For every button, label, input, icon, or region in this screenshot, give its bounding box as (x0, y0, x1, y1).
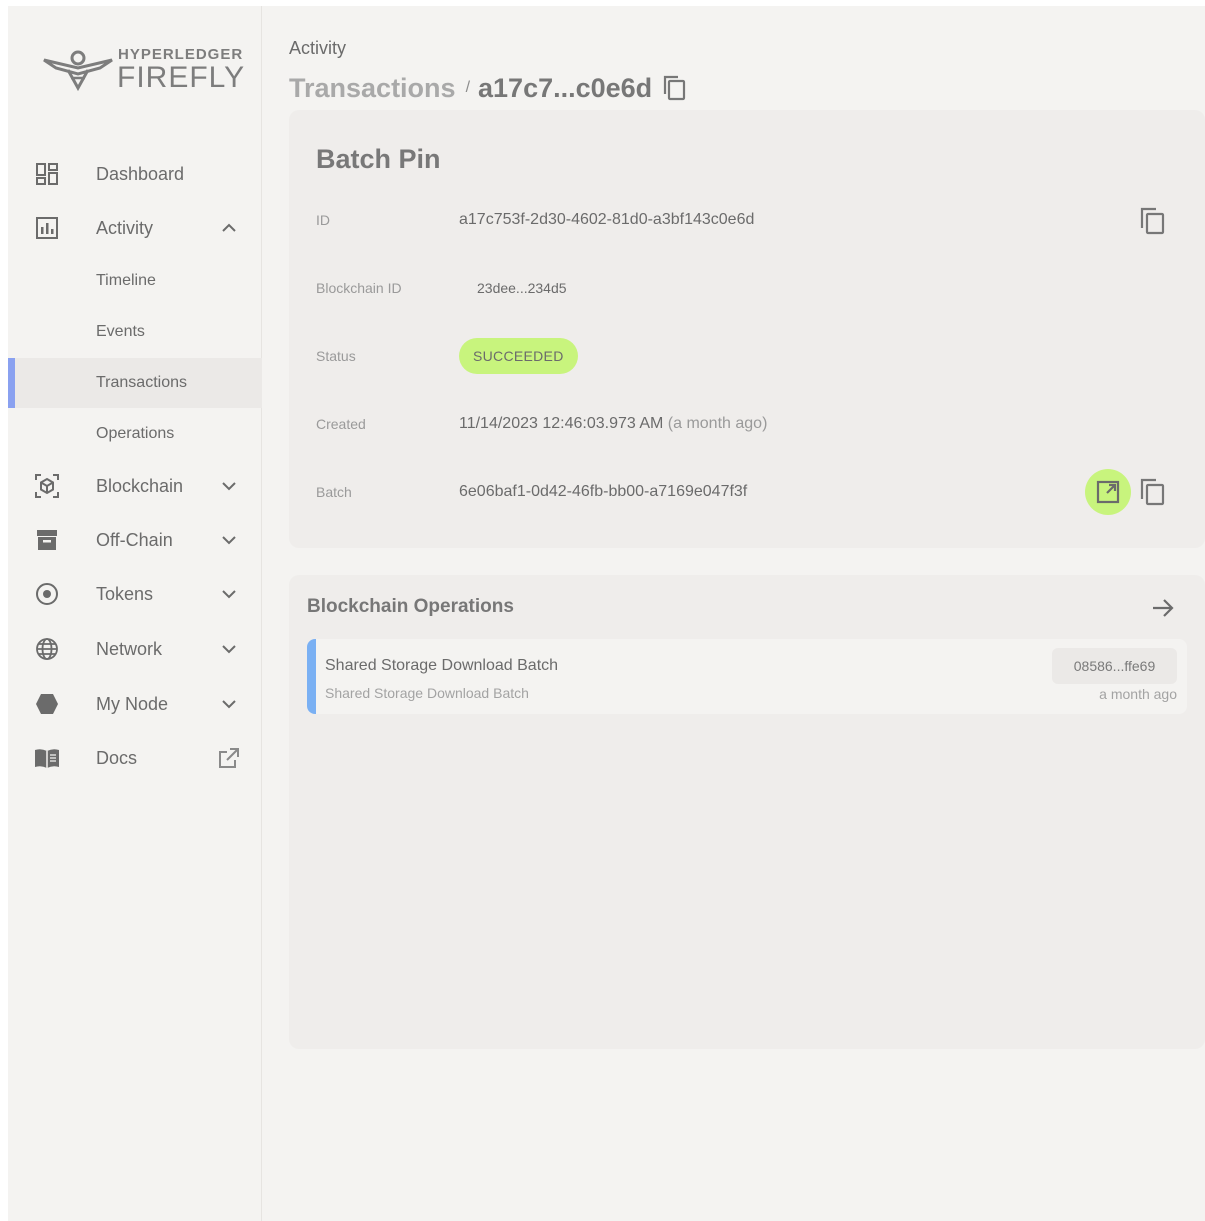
field-created: Created 11/14/2023 12:46:03.973 AM (a mo… (316, 404, 1176, 444)
field-label: Status (316, 348, 356, 364)
sidebar-item-label: Events (96, 323, 145, 340)
app-window: HYPERLEDGER FIREFLY Dashboard Activity T… (8, 6, 1205, 1221)
firefly-logo-icon (43, 50, 113, 92)
sidebar-item-events[interactable]: Events (8, 307, 262, 357)
arrow-right-icon (1153, 599, 1174, 617)
blockchain-operations-card: Blockchain Operations Shared Storage Dow… (289, 575, 1205, 1049)
hexagon-icon (34, 691, 60, 717)
field-value: 6e06baf1-0d42-46fb-bb00-a7169e047f3f (459, 483, 748, 500)
chevron-down-icon (220, 585, 238, 603)
open-in-new-icon (218, 747, 240, 769)
open-in-new-icon (1096, 480, 1120, 504)
sidebar-item-timeline[interactable]: Timeline (8, 256, 262, 306)
breadcrumb-transactions-link[interactable]: Transactions (289, 73, 456, 104)
chevron-up-icon (220, 219, 238, 237)
field-status: Status SUCCEEDED (316, 336, 1176, 376)
page-title: a17c7...c0e6d (478, 72, 653, 103)
field-id: ID a17c753f-2d30-4602-81d0-a3bf143c0e6d (316, 200, 1176, 240)
operation-time: a month ago (1099, 686, 1177, 702)
copy-id-button[interactable] (1139, 207, 1165, 235)
open-batch-button[interactable] (1085, 469, 1131, 515)
field-label: Blockchain ID (316, 280, 402, 296)
field-value: 23dee...234d5 (477, 280, 567, 296)
section-title: Activity (289, 38, 347, 58)
view-all-operations-button[interactable] (1151, 597, 1175, 619)
breadcrumb-separator: / (465, 79, 471, 96)
sidebar-item-transactions[interactable]: Transactions (8, 358, 262, 408)
book-icon (34, 745, 60, 771)
operation-subtitle: Shared Storage Download Batch (325, 685, 529, 701)
sidebar: HYPERLEDGER FIREFLY Dashboard Activity T… (8, 6, 262, 1221)
sidebar-item-off-chain[interactable]: Off-Chain (8, 515, 262, 565)
sidebar-item-label: Transactions (96, 374, 187, 391)
field-label: ID (316, 212, 330, 228)
sidebar-item-activity[interactable]: Activity (8, 203, 262, 253)
sidebar-item-operations[interactable]: Operations (8, 409, 262, 459)
sidebar-item-label: Activity (96, 217, 154, 238)
field-value: a17c753f-2d30-4602-81d0-a3bf143c0e6d (459, 211, 755, 228)
sidebar-item-dashboard[interactable]: Dashboard (8, 149, 262, 199)
card-title: Batch Pin (316, 144, 441, 174)
chevron-down-icon (220, 695, 238, 713)
card-title: Blockchain Operations (307, 596, 514, 617)
operation-list-item[interactable]: Shared Storage Download Batch Shared Sto… (307, 639, 1187, 714)
logo-line2: FIREFLY (117, 61, 246, 94)
chevron-down-icon (220, 531, 238, 549)
field-label: Created (316, 416, 366, 432)
breadcrumb: Transactions / a17c7...c0e6d (289, 70, 686, 106)
dashboard-icon (34, 161, 60, 187)
archive-icon (34, 527, 60, 553)
created-relative: (a month ago) (667, 415, 768, 432)
sidebar-item-my-node[interactable]: My Node (8, 679, 262, 729)
operation-title: Shared Storage Download Batch (325, 657, 559, 674)
sidebar-item-network[interactable]: Network (8, 624, 262, 674)
operation-id-chip[interactable]: 08586...ffe69 (1052, 648, 1177, 684)
sidebar-item-label: Tokens (96, 583, 154, 604)
sidebar-item-label: Network (96, 638, 163, 659)
chevron-down-icon (220, 477, 238, 495)
batch-pin-card: Batch Pin ID a17c753f-2d30-4602-81d0-a3b… (289, 110, 1205, 548)
sidebar-item-label: Docs (96, 747, 138, 768)
chevron-down-icon (220, 640, 238, 658)
sidebar-item-tokens[interactable]: Tokens (8, 569, 262, 619)
sidebar-item-label: Dashboard (96, 163, 185, 184)
status-badge: SUCCEEDED (459, 338, 578, 374)
field-blockchain-id: Blockchain ID 23dee...234d5 (316, 268, 1176, 308)
globe-icon (34, 636, 60, 662)
field-value-wrap: 11/14/2023 12:46:03.973 AM (a month ago) (459, 415, 767, 433)
sidebar-item-docs[interactable]: Docs (8, 733, 262, 783)
sidebar-item-label: Blockchain (96, 475, 184, 496)
created-timestamp: 11/14/2023 12:46:03.973 AM (459, 415, 664, 432)
sidebar-item-label: Operations (96, 425, 175, 442)
field-label: Batch (316, 484, 352, 500)
firefly-logo[interactable]: HYPERLEDGER FIREFLY (42, 44, 244, 100)
token-icon (34, 581, 60, 607)
copy-batch-button[interactable] (1139, 478, 1165, 506)
sidebar-item-label: Off-Chain (96, 529, 173, 550)
field-batch: Batch 6e06baf1-0d42-46fb-bb00-a7169e047f… (316, 472, 1176, 512)
bar-chart-icon (34, 215, 60, 241)
sidebar-item-label: My Node (96, 693, 169, 714)
sidebar-item-blockchain[interactable]: Blockchain (8, 461, 262, 511)
copy-icon[interactable] (662, 75, 686, 101)
sidebar-item-label: Timeline (96, 272, 156, 289)
blockchain-icon (34, 473, 60, 499)
